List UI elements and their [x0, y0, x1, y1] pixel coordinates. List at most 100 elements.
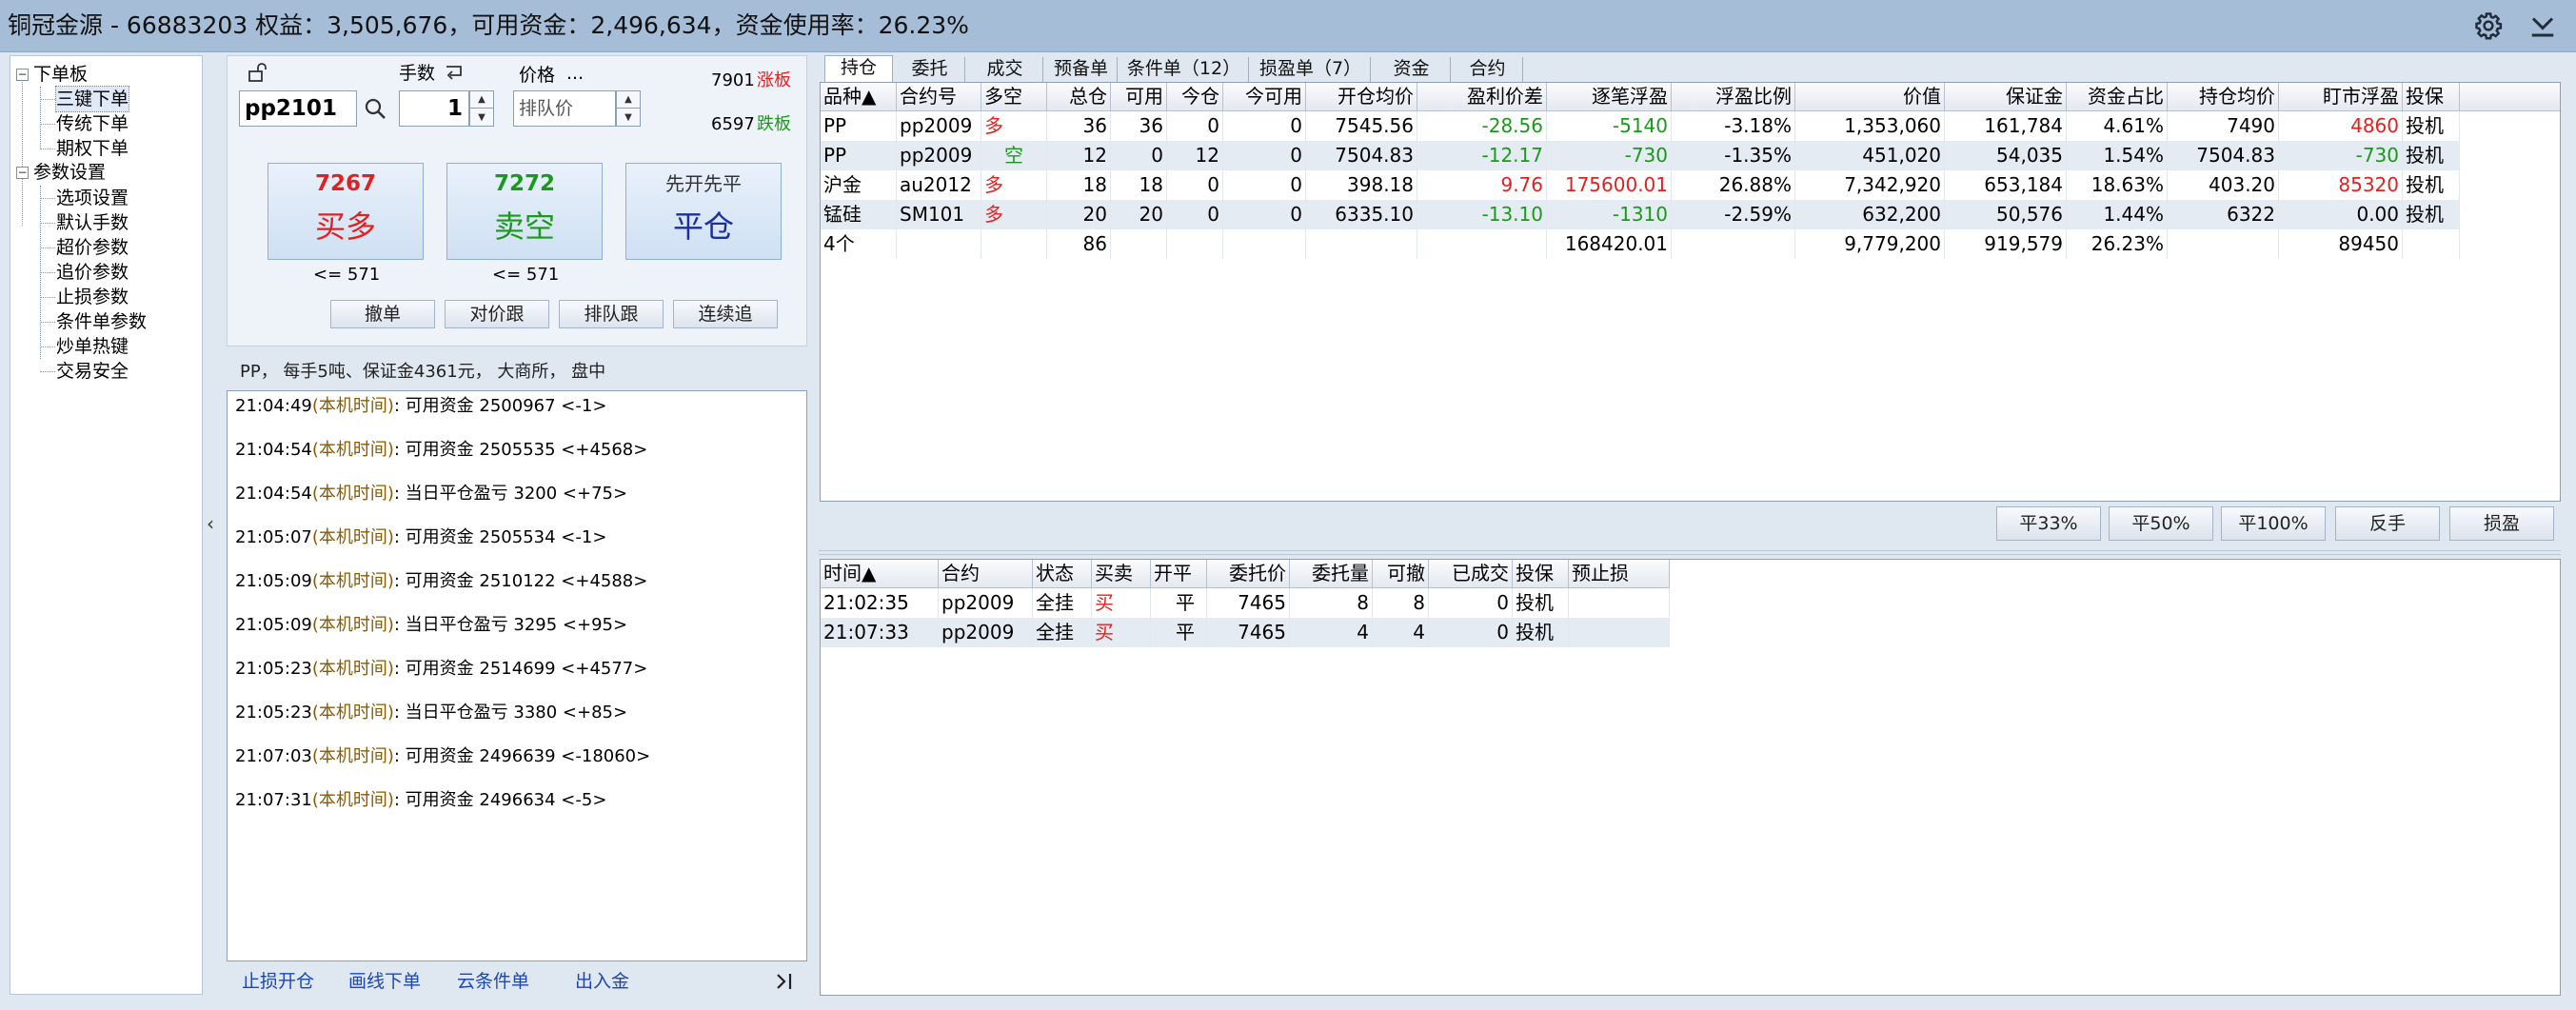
col-header[interactable]: 可撤: [1373, 560, 1429, 588]
tab-orders[interactable]: 委托: [895, 57, 965, 82]
col-header[interactable]: 投保: [1513, 560, 1569, 588]
tree-item-hotkeys[interactable]: 炒单热键: [56, 334, 129, 359]
price-more-button[interactable]: ...: [566, 62, 584, 85]
tree-item-default-lots[interactable]: 默认手数: [56, 210, 129, 235]
tab-stop-profit[interactable]: 损盈单（7）: [1251, 57, 1371, 82]
position-cell: 50,576: [1945, 200, 2067, 229]
col-header[interactable]: 保证金: [1945, 83, 2067, 111]
expand-right-icon[interactable]: [773, 969, 796, 994]
reset-icon[interactable]: [443, 62, 466, 83]
cancel-order-button[interactable]: 撤单: [330, 300, 435, 328]
position-cell: 26.88%: [1672, 170, 1795, 200]
tree-item-options[interactable]: 选项设置: [56, 186, 129, 210]
tab-trades[interactable]: 成交: [967, 57, 1043, 82]
order-cell: 21:02:35: [821, 588, 939, 618]
tree-item-overprice[interactable]: 超价参数: [56, 235, 129, 260]
price-placeholder: 排队价: [519, 98, 574, 119]
quantity-input[interactable]: 1: [399, 90, 469, 127]
tab-positions[interactable]: 持仓: [824, 55, 893, 83]
buy-long-button[interactable]: 7267 买多: [268, 163, 424, 260]
col-header[interactable]: 开平: [1151, 560, 1207, 588]
stop-profit-button[interactable]: 损盈: [2449, 506, 2554, 541]
col-header[interactable]: 今仓: [1167, 83, 1223, 111]
follow-queue-button[interactable]: 排队跟: [559, 300, 664, 328]
col-header[interactable]: 买卖: [1092, 560, 1151, 588]
col-header[interactable]: 今可用: [1223, 83, 1306, 111]
tree-item-traditional-order[interactable]: 传统下单: [56, 111, 129, 136]
search-icon[interactable]: [363, 96, 387, 121]
col-header[interactable]: 浮盈比例: [1672, 83, 1795, 111]
col-header[interactable]: 总仓: [1047, 83, 1111, 111]
position-cell: 多: [981, 200, 1047, 229]
position-cell: 9.76: [1417, 170, 1547, 200]
col-header[interactable]: 合约号: [897, 83, 981, 111]
minimize-icon[interactable]: [2526, 10, 2559, 42]
col-header[interactable]: 持仓均价: [2168, 83, 2279, 111]
sell-short-button[interactable]: 7272 卖空: [446, 163, 603, 260]
tab-prepared[interactable]: 预备单: [1045, 57, 1118, 82]
tree-item-option-order[interactable]: 期权下单: [56, 136, 129, 161]
position-cell: 161,784: [1945, 111, 2067, 141]
col-header[interactable]: 价值: [1795, 83, 1945, 111]
tab-conditional[interactable]: 条件单（12）: [1120, 57, 1249, 82]
close-33-button[interactable]: 平33%: [1996, 506, 2101, 541]
col-header[interactable]: 投保: [2403, 83, 2460, 111]
col-header[interactable]: 时间▲: [821, 560, 939, 588]
position-cell: 投机: [2403, 170, 2460, 200]
col-header[interactable]: 品种▲: [821, 83, 897, 111]
close-50-button[interactable]: 平50%: [2109, 506, 2213, 541]
col-header[interactable]: 逐笔浮盈: [1547, 83, 1672, 111]
price-input[interactable]: 排队价: [513, 90, 616, 127]
col-header[interactable]: 可用: [1111, 83, 1167, 111]
close-position-button[interactable]: 先开先平 平仓: [625, 163, 782, 260]
position-cell: 投机: [2403, 200, 2460, 229]
tree-item-conditional[interactable]: 条件单参数: [56, 309, 147, 334]
col-header[interactable]: 合约: [939, 560, 1033, 588]
panel-splitter[interactable]: [819, 550, 2561, 555]
reverse-button[interactable]: 反手: [2335, 506, 2440, 541]
log-entry: 21:07:03(本机时间): 可用资金 2496639 <-18060>: [235, 746, 651, 766]
follow-counter-button[interactable]: 对价跟: [445, 300, 549, 328]
tree-item-chase[interactable]: 追价参数: [56, 260, 129, 285]
col-header[interactable]: 盯市浮盈: [2279, 83, 2403, 111]
tree-group-order-board[interactable]: 下单板: [33, 62, 88, 87]
col-header[interactable]: 委托价: [1207, 560, 1290, 588]
total-cell: 919,579: [1945, 229, 2067, 259]
log-entry: 21:07:31(本机时间): 可用资金 2496634 <-5>: [235, 790, 607, 810]
tree-item-three-key-order[interactable]: 三键下单: [54, 86, 130, 112]
tab-contracts[interactable]: 合约: [1453, 57, 1523, 82]
gear-icon[interactable]: [2472, 10, 2505, 42]
col-header[interactable]: 预止损: [1569, 560, 1670, 588]
settings-tree: − 下单板 三键下单 传统下单 期权下单 − 参数设置 选项设置 默认手数 超价…: [10, 55, 203, 995]
col-header[interactable]: 开仓均价: [1306, 83, 1417, 111]
tab-funds[interactable]: 资金: [1373, 57, 1451, 82]
col-header[interactable]: 已成交: [1429, 560, 1513, 588]
position-cell: -28.56: [1417, 111, 1547, 141]
account-summary: 铜冠金源 - 66883203 权益：3,505,676，可用资金：2,496,…: [8, 11, 969, 39]
order-cell: pp2009: [939, 618, 1033, 647]
price-stepper[interactable]: ▲ ▼: [616, 90, 641, 127]
col-header[interactable]: 委托量: [1290, 560, 1373, 588]
position-cell: 0: [1167, 170, 1223, 200]
contract-input[interactable]: pp2101: [239, 90, 357, 127]
total-cell: 26.23%: [2067, 229, 2168, 259]
deposit-withdraw-link[interactable]: 出入金: [575, 969, 629, 994]
tree-group-parameters[interactable]: 参数设置: [33, 160, 106, 185]
draw-line-order-link[interactable]: 画线下单: [348, 969, 421, 994]
collapse-toggle[interactable]: −: [16, 167, 29, 179]
col-header[interactable]: 状态: [1033, 560, 1092, 588]
collapse-toggle[interactable]: −: [16, 69, 29, 81]
stoploss-open-link[interactable]: 止损开仓: [242, 969, 314, 994]
position-cell: 18: [1111, 170, 1167, 200]
col-header[interactable]: 多空: [981, 83, 1047, 111]
col-header[interactable]: 资金占比: [2067, 83, 2168, 111]
continuous-chase-button[interactable]: 连续追: [673, 300, 778, 328]
cloud-conditional-link[interactable]: 云条件单: [457, 969, 529, 994]
close-100-button[interactable]: 平100%: [2221, 506, 2326, 541]
tree-item-stoploss[interactable]: 止损参数: [56, 285, 129, 309]
quantity-stepper[interactable]: ▲ ▼: [469, 90, 494, 127]
unlock-icon[interactable]: [247, 62, 268, 83]
collapse-left-icon[interactable]: ‹: [204, 509, 217, 538]
tree-item-security[interactable]: 交易安全: [56, 359, 129, 384]
col-header[interactable]: 盈利价差: [1417, 83, 1547, 111]
